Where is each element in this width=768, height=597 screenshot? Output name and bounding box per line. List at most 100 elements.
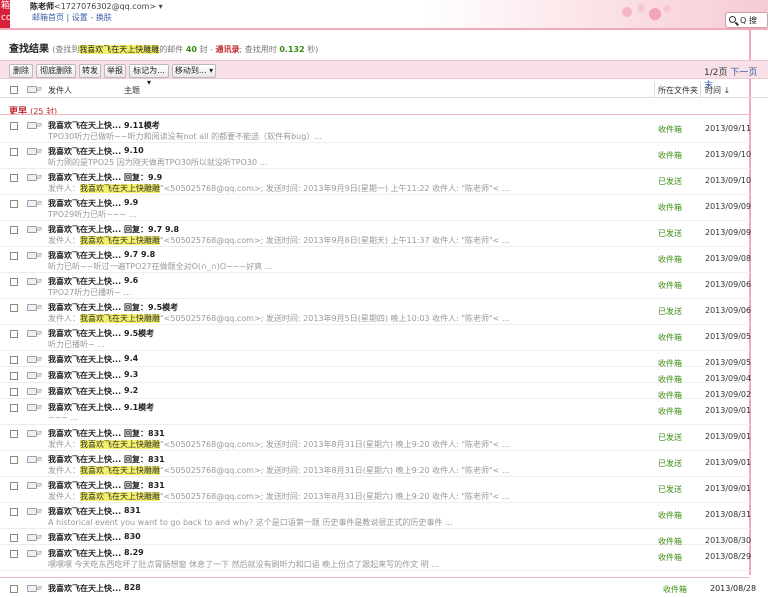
attachment-icon: ⌀ <box>37 480 42 489</box>
col-folder[interactable]: 所在文件夹 <box>658 85 698 96</box>
row-date: 2013/09/11 <box>705 124 752 133</box>
row-checkbox[interactable] <box>10 585 18 593</box>
row-checkbox[interactable] <box>10 252 18 260</box>
row-from: 我喜欢飞在天上快... <box>48 199 122 208</box>
table-row[interactable]: ⌀ 我喜欢飞在天上快... 9.5模考 听力已播听~ ... 收件箱 2013/09/05 <box>0 325 752 351</box>
group-header[interactable]: 更早 (25 封) <box>9 104 57 117</box>
table-row[interactable]: ⌀ 我喜欢飞在天上快... 回复：9.7 9.8 发件人：我喜欢飞在天上快雕雕"<50… <box>0 221 751 247</box>
move-to-label: 移动到... <box>174 66 207 75</box>
delete-button[interactable]: 删除 <box>9 64 33 78</box>
row-from: 我喜欢飞在天上快... <box>48 455 122 464</box>
row-subject: 9.9 <box>124 198 139 207</box>
row-checkbox[interactable] <box>10 534 18 542</box>
row-date: 2013/08/29 <box>705 552 752 561</box>
link-settings[interactable]: 设置 <box>72 13 88 22</box>
row-checkbox[interactable] <box>10 122 18 130</box>
move-to-dropdown[interactable]: 移动到... ▾ <box>172 64 216 78</box>
envelope-icon <box>27 252 37 259</box>
mail-logo[interactable]: 箱 com <box>0 0 10 28</box>
top-search-box[interactable]: Q 搜 <box>725 12 768 28</box>
col-subject[interactable]: 主题 <box>124 85 140 96</box>
table-row[interactable]: ⌀ 我喜欢飞在天上快... 828 收件箱 2013/08/28 <box>0 580 768 597</box>
table-row[interactable]: ⌀ 我喜欢飞在天上快... 9.10 听力刚的是TPO25 因为刚天做再TPO30所以… <box>0 143 752 169</box>
table-row[interactable]: ⌀ 我喜欢飞在天上快... 9.1模考 ~~~ ... 收件箱 2013/09/01 <box>0 399 752 425</box>
table-row[interactable]: ⌀ 我喜欢飞在天上快... 9.7 9.8 听力已听~~听过一遍TPO27在做题全对O… <box>0 247 751 273</box>
attachment-icon: ⌀ <box>37 454 42 463</box>
row-preview: 发件人：我喜欢飞在天上快雕雕"<505025768@qq.com>; 发送时间:… <box>48 235 648 246</box>
row-folder: 已发送 <box>658 485 682 494</box>
permanent-delete-button[interactable]: 彻底删除 <box>36 64 76 78</box>
row-checkbox[interactable] <box>10 482 18 490</box>
report-button[interactable]: 举报 <box>104 64 126 78</box>
mark-as-dropdown[interactable]: 标记为... ▾ <box>129 64 169 87</box>
col-time[interactable]: 时间 ↓ <box>705 85 730 96</box>
attachment-icon: ⌀ <box>37 120 42 129</box>
link-skin[interactable]: 换肤 <box>96 13 112 22</box>
row-date: 2013/09/01 <box>705 406 752 415</box>
contacts-link[interactable]: 通讯录 <box>216 45 240 54</box>
attachment-icon: ⌀ <box>37 386 42 395</box>
row-date: 2013/09/05 <box>705 332 752 341</box>
row-checkbox[interactable] <box>10 456 18 464</box>
attachment-icon: ⌀ <box>37 354 42 363</box>
table-row[interactable]: ⌀ 我喜欢飞在天上快... 回复：9.9 发件人：我喜欢飞在天上快雕雕"<505025… <box>0 169 751 195</box>
table-row[interactable]: ⌀ 我喜欢飞在天上快... 8.29 嘿嘿嘿 今天吃东西吃坏了肚点胃肠想窗 休息了一下… <box>0 545 752 571</box>
row-checkbox[interactable] <box>10 174 18 182</box>
table-row[interactable]: ⌀ 我喜欢飞在天上快... 9.6 TPO27听力已播听~ ... 收件箱 2013/09… <box>0 273 751 299</box>
row-folder: 已发送 <box>658 459 682 468</box>
row-preview: A historical event you want to go back t… <box>48 518 453 527</box>
row-checkbox[interactable] <box>10 404 18 412</box>
table-row[interactable]: ⌀ 我喜欢飞在天上快... 回复：831 发件人：我喜欢飞在天上快雕雕"<505025… <box>0 477 751 503</box>
table-row[interactable]: ⌀ 我喜欢飞在天上快... 9.2 收件箱 2013/09/02 <box>0 383 751 400</box>
row-folder: 收件箱 <box>658 125 682 134</box>
row-checkbox[interactable] <box>10 372 18 380</box>
row-date: 2013/09/10 <box>705 150 752 159</box>
row-preview: TPO29听力已听~~~ ... <box>48 210 137 219</box>
table-row[interactable]: ⌀ 我喜欢飞在天上快... 831 A historical event you wa… <box>0 503 751 529</box>
next-page-link[interactable]: 下一页 <box>730 68 757 78</box>
envelope-icon <box>27 122 37 129</box>
row-checkbox[interactable] <box>10 388 18 396</box>
read-status-icon <box>27 86 37 93</box>
row-checkbox[interactable] <box>10 550 18 558</box>
table-row[interactable]: ⌀ 我喜欢飞在天上快... 9.3 收件箱 2013/09/04 <box>0 367 751 384</box>
envelope-icon <box>27 456 37 463</box>
row-checkbox[interactable] <box>10 200 18 208</box>
row-preview: TPO30听力已做听~~听力和阅读没有not all 的都要不能选（软件有bug… <box>48 132 322 141</box>
row-checkbox[interactable] <box>10 278 18 286</box>
row-checkbox[interactable] <box>10 430 18 438</box>
table-row[interactable]: ⌀ 我喜欢飞在天上快... 回复：9.5模考 发件人：我喜欢飞在天上快雕雕"<5050… <box>0 299 751 325</box>
row-checkbox[interactable] <box>10 508 18 516</box>
preview-text: "<505025768@qq.com>; 发送时间: 2013年9月9日(星期一… <box>160 184 510 193</box>
row-date: 2013/08/30 <box>705 536 752 545</box>
row-folder: 收件箱 <box>658 333 682 342</box>
header-links: 邮箱首页 | 设置 - 换肤 <box>32 13 112 22</box>
table-row[interactable]: ⌀ 我喜欢飞在天上快... 9.11模考 TPO30听力已做听~~听力和阅读没有not… <box>0 117 752 143</box>
row-folder: 已发送 <box>658 307 682 316</box>
table-row[interactable]: ⌀ 我喜欢飞在天上快... 回复：831 发件人：我喜欢飞在天上快雕雕"<505025… <box>0 451 751 477</box>
table-row[interactable]: ⌀ 我喜欢飞在天上快... 回复：831 发件人：我喜欢飞在天上快雕雕"<505025… <box>0 425 751 451</box>
row-checkbox[interactable] <box>10 356 18 364</box>
row-checkbox[interactable] <box>10 304 18 312</box>
envelope-icon <box>27 200 37 207</box>
row-checkbox[interactable] <box>10 148 18 156</box>
chevron-down-icon[interactable]: ▾ <box>159 2 163 11</box>
table-row[interactable]: ⌀ 我喜欢飞在天上快... 9.9 TPO29听力已听~~~ ... 收件箱 2013/0… <box>0 195 751 221</box>
attachment-icon: ⌀ <box>37 370 42 379</box>
table-row[interactable]: ⌀ 我喜欢飞在天上快... 830 收件箱 2013/08/30 <box>0 529 752 546</box>
row-checkbox[interactable] <box>10 226 18 234</box>
account-email: <1727076302@qq.com> <box>54 2 157 11</box>
row-subject: 830 <box>124 532 141 541</box>
row-from: 我喜欢飞在天上快... <box>48 429 122 438</box>
preview-highlight: 我喜欢飞在天上快雕雕 <box>80 314 160 323</box>
preview-prefix: 发件人： <box>48 466 80 475</box>
forward-button[interactable]: 转发 <box>79 64 101 78</box>
row-checkbox[interactable] <box>10 330 18 338</box>
attachment-icon: ⌀ <box>37 146 42 155</box>
select-all-checkbox[interactable] <box>10 86 18 94</box>
table-row[interactable]: ⌀ 我喜欢飞在天上快... 9.4 收件箱 2013/09/05 <box>0 351 751 368</box>
link-mail-home[interactable]: 邮箱首页 <box>32 13 64 22</box>
col-from[interactable]: 发件人 <box>48 85 72 96</box>
row-subject: 8.29 <box>124 548 144 557</box>
attachment-icon: ⌀ <box>37 428 42 437</box>
